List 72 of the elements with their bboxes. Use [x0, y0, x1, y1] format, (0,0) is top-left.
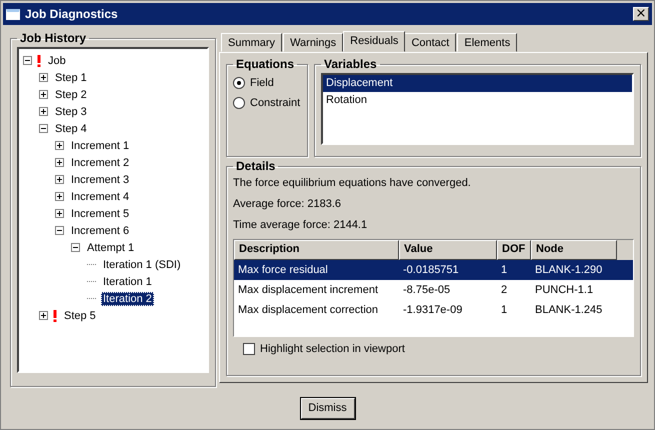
table-row[interactable]: Max displacement increment -8.75e-05 2 PUNCH-1.1	[234, 280, 633, 300]
table-cell-text: 1	[500, 264, 508, 276]
tree-item[interactable]: Attempt 1	[85, 240, 136, 254]
tree-item[interactable]: Increment 1	[69, 138, 132, 152]
table-cell-text: -1.9317e-09	[402, 304, 464, 316]
expander-icon[interactable]	[55, 175, 64, 184]
tree-item[interactable]: Iteration 2	[101, 292, 154, 306]
tree-item[interactable]: Increment 3	[69, 172, 132, 186]
expander-icon[interactable]	[71, 243, 80, 252]
table-cell-text: Max force residual	[237, 264, 329, 276]
table-row[interactable]: Max displacement correction -1.9317e-09 1 BLANK-1.245	[234, 300, 633, 320]
tree-item[interactable]: Increment 2	[69, 156, 132, 170]
close-button[interactable]: ×	[633, 7, 649, 21]
tree-item[interactable]: Iteration 1 (SDI)	[101, 258, 183, 272]
expander-icon[interactable]	[39, 107, 48, 116]
radio-button[interactable]	[233, 97, 245, 109]
expander-icon[interactable]	[55, 192, 64, 201]
radio-label: Field	[250, 77, 274, 89]
table-cell-text: BLANK-1.245	[534, 304, 604, 316]
dismiss-button[interactable]: Dismiss	[300, 398, 354, 418]
table-cell-text: -8.75e-05	[402, 284, 452, 296]
details-text: The force equilibrium equations have converged.	[233, 176, 472, 191]
tree-item[interactable]: Job	[46, 54, 68, 68]
group-title: Variables	[323, 57, 378, 71]
expander-icon[interactable]	[39, 73, 48, 82]
table-cell-text: PUNCH-1.1	[534, 284, 594, 296]
expander-icon[interactable]	[55, 158, 64, 167]
tree-item[interactable]: Iteration 1	[101, 274, 154, 288]
details-text: Average force: 2183.6	[233, 197, 342, 212]
table-cell-text: BLANK-1.290	[534, 264, 604, 276]
expander-icon[interactable]	[55, 141, 64, 150]
tab[interactable]: Residuals	[343, 31, 406, 52]
details-text: Time average force: 2144.1	[233, 218, 368, 233]
expander-icon[interactable]	[39, 90, 48, 99]
tree-item[interactable]: Increment 6	[69, 224, 132, 238]
tab[interactable]: Contact	[404, 33, 456, 52]
table-cell-text: Max displacement increment	[237, 284, 380, 296]
table-row[interactable]: Max force residual -0.0185751 1 BLANK-1.290	[234, 260, 633, 280]
table-cell-text: -0.0185751	[402, 264, 460, 276]
expander-icon[interactable]	[39, 124, 48, 133]
column-header[interactable]: Description	[234, 240, 399, 260]
radio-label: Constraint	[250, 97, 300, 109]
tree-item[interactable]: Step 4	[53, 122, 89, 136]
tree-item[interactable]: Step 1	[53, 70, 89, 84]
column-header[interactable]: DOF	[497, 240, 531, 260]
tree-item[interactable]: Increment 4	[69, 190, 132, 204]
table-cell-text: 2	[500, 284, 508, 296]
expander-icon[interactable]	[39, 311, 48, 320]
tab[interactable]: Warnings	[283, 33, 344, 52]
expander-icon[interactable]	[55, 226, 64, 235]
tree-item[interactable]: Step 3	[53, 104, 89, 118]
group-title: Details	[235, 159, 276, 173]
list-item[interactable]: Rotation	[323, 92, 632, 109]
tab[interactable]: Summary	[221, 33, 282, 52]
window-icon	[6, 8, 20, 20]
table-cell-text: 1	[500, 304, 508, 316]
table-cell-text: Max displacement correction	[237, 304, 380, 316]
checkbox[interactable]	[243, 343, 255, 355]
radio-button[interactable]	[233, 77, 245, 89]
tree-item[interactable]: Step 5	[62, 308, 98, 322]
expander-icon[interactable]	[55, 209, 64, 218]
group-title: Job History	[19, 31, 88, 45]
tree-item[interactable]: Step 2	[53, 88, 89, 102]
column-header[interactable]: Node	[531, 240, 617, 260]
checkbox-label: Highlight selection in viewport	[260, 343, 405, 355]
group-title: Equations	[235, 57, 296, 71]
tab[interactable]: Elements	[457, 33, 518, 52]
tree-item[interactable]: Increment 5	[69, 206, 132, 220]
list-item[interactable]: Displacement	[323, 75, 632, 92]
column-header[interactable]: Value	[399, 240, 497, 260]
window-title: Job Diagnostics	[25, 7, 119, 21]
expander-icon[interactable]	[23, 56, 32, 65]
